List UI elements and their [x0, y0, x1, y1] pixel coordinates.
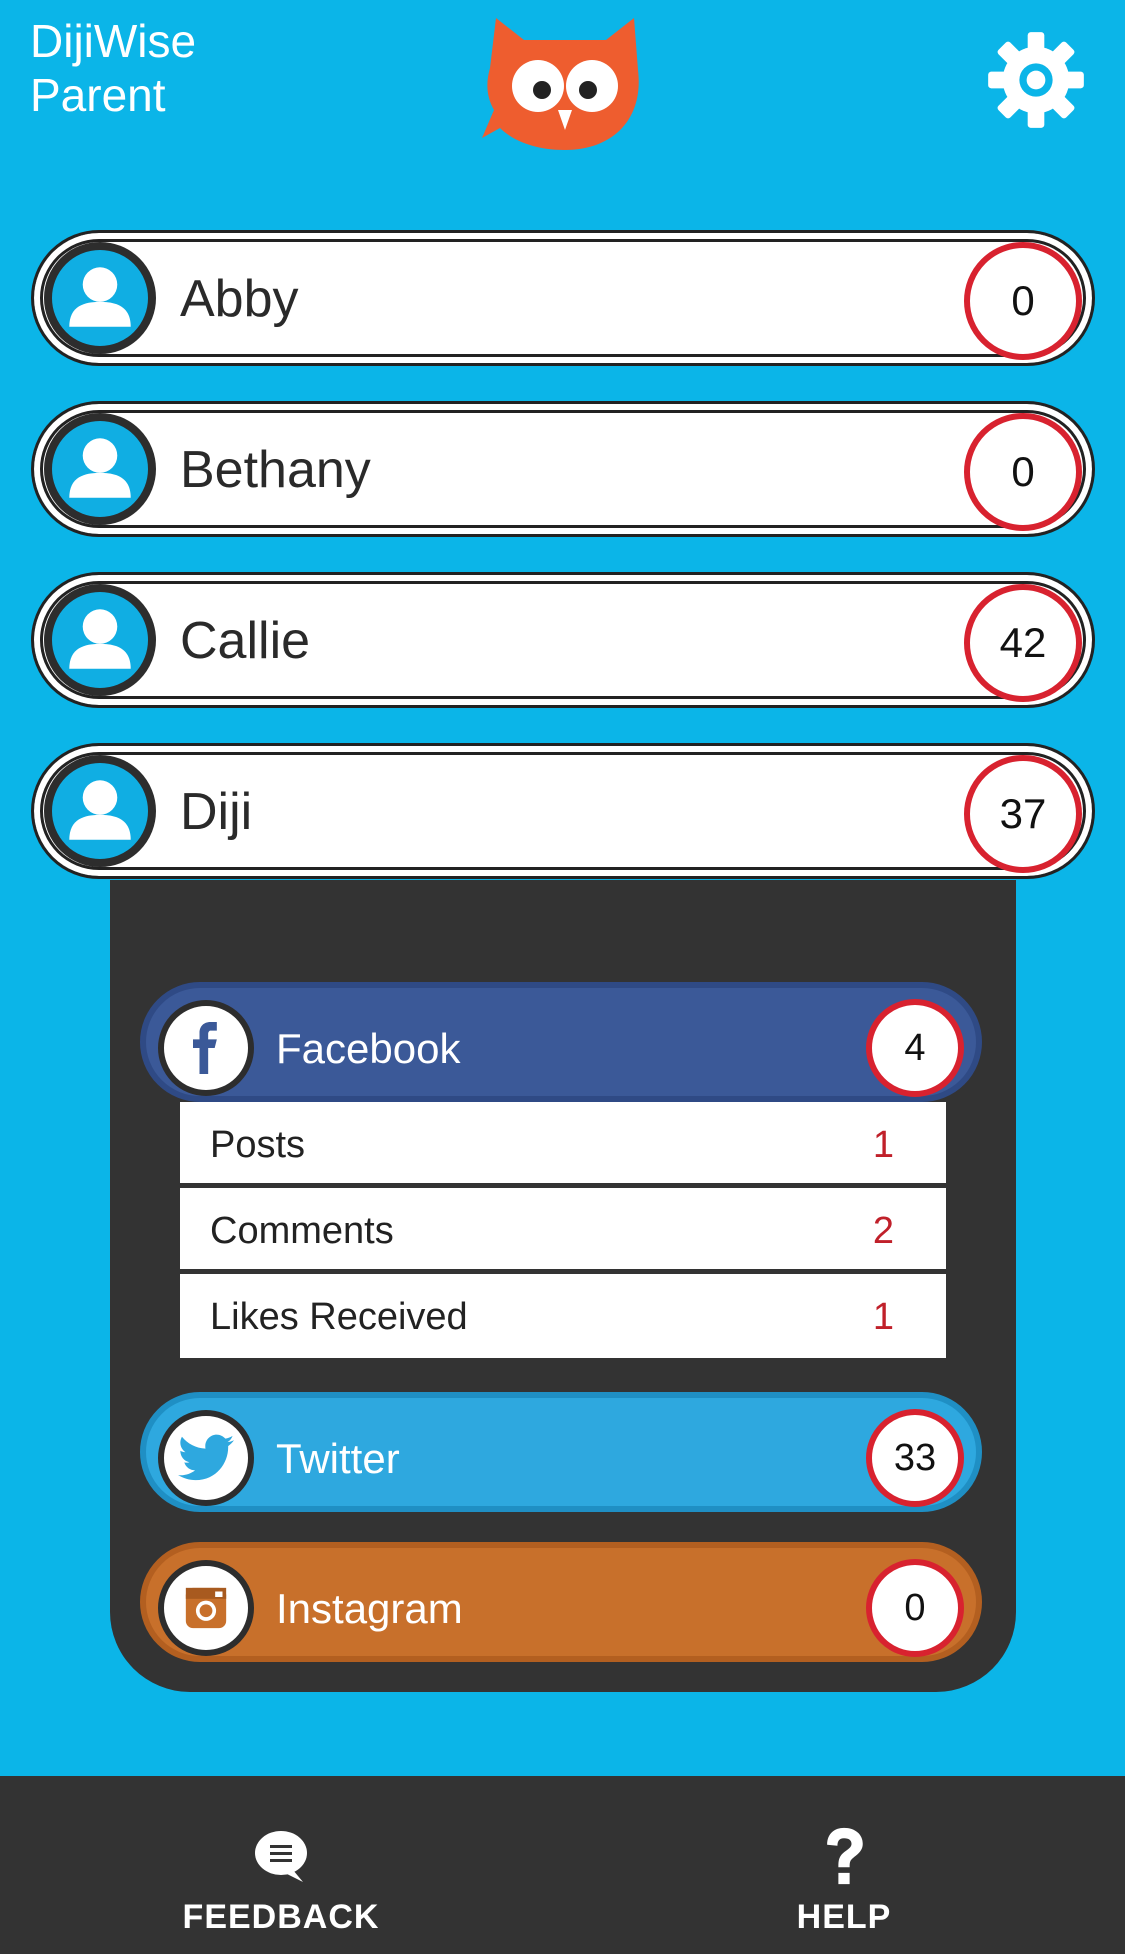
owl-logo: [482, 18, 639, 150]
stat-label: Posts: [210, 1124, 306, 1166]
network-row-instagram[interactable]: Instagram 0: [140, 1542, 982, 1662]
child-name: Abby: [180, 270, 299, 328]
child-count-badge: 37: [964, 755, 1082, 873]
stat-row-comments[interactable]: Comments 2: [180, 1188, 946, 1272]
network-label-facebook: Facebook: [276, 1025, 461, 1072]
user-avatar-icon: [44, 242, 156, 354]
stat-row-likes-received[interactable]: Likes Received 1: [180, 1274, 946, 1358]
network-count-facebook: 4: [866, 999, 964, 1097]
diji-detail-panel: Facebook 4 Posts 1 Comments 2 Likes Rece…: [110, 880, 1016, 1692]
child-name: Callie: [180, 612, 311, 670]
child-row-abby[interactable]: Abby 0: [31, 230, 1095, 366]
child-count-badge: 42: [964, 584, 1082, 702]
child-name: Diji: [180, 783, 253, 841]
stat-value: 1: [872, 1296, 894, 1338]
facebook-icon: [158, 1000, 254, 1096]
stat-value: 1: [872, 1124, 894, 1166]
app-title-line2: Parent: [30, 69, 166, 121]
feedback-button[interactable]: FEEDBACK: [131, 1776, 431, 1954]
network-count-instagram: 0: [866, 1559, 964, 1657]
stat-value: 2: [872, 1210, 894, 1252]
bottom-nav-bar: FEEDBACK HELP: [0, 1776, 1125, 1954]
child-name: Bethany: [180, 441, 371, 499]
app-title-line1: DijiWise: [30, 15, 197, 67]
user-avatar-icon: [44, 584, 156, 696]
stat-row-posts[interactable]: Posts 1: [180, 1102, 946, 1186]
network-row-twitter[interactable]: Twitter 33: [140, 1392, 982, 1512]
child-count-badge: 0: [964, 242, 1082, 360]
twitter-icon: [158, 1410, 254, 1506]
network-count-twitter: 33: [866, 1409, 964, 1507]
feedback-icon: [255, 1831, 307, 1882]
instagram-icon: [158, 1560, 254, 1656]
feedback-label: FEEDBACK: [182, 1898, 380, 1936]
stat-label: Comments: [210, 1210, 394, 1252]
child-row-bethany[interactable]: Bethany 0: [31, 401, 1095, 537]
child-row-callie[interactable]: Callie 42: [31, 572, 1095, 708]
stat-label: Likes Received: [210, 1296, 468, 1338]
question-mark-icon: [827, 1827, 863, 1885]
user-avatar-icon: [44, 413, 156, 525]
network-label-instagram: Instagram: [276, 1585, 463, 1632]
network-label-twitter: Twitter: [276, 1435, 400, 1482]
help-button[interactable]: HELP: [694, 1776, 994, 1954]
child-row-diji[interactable]: Diji 37: [31, 743, 1095, 879]
child-count-badge: 0: [964, 413, 1082, 531]
user-avatar-icon: [44, 755, 156, 867]
app-title: DijiWise Parent: [30, 14, 196, 122]
gear-icon[interactable]: [984, 28, 1088, 132]
network-row-facebook[interactable]: Facebook 4: [140, 982, 982, 1102]
help-label: HELP: [796, 1898, 892, 1936]
